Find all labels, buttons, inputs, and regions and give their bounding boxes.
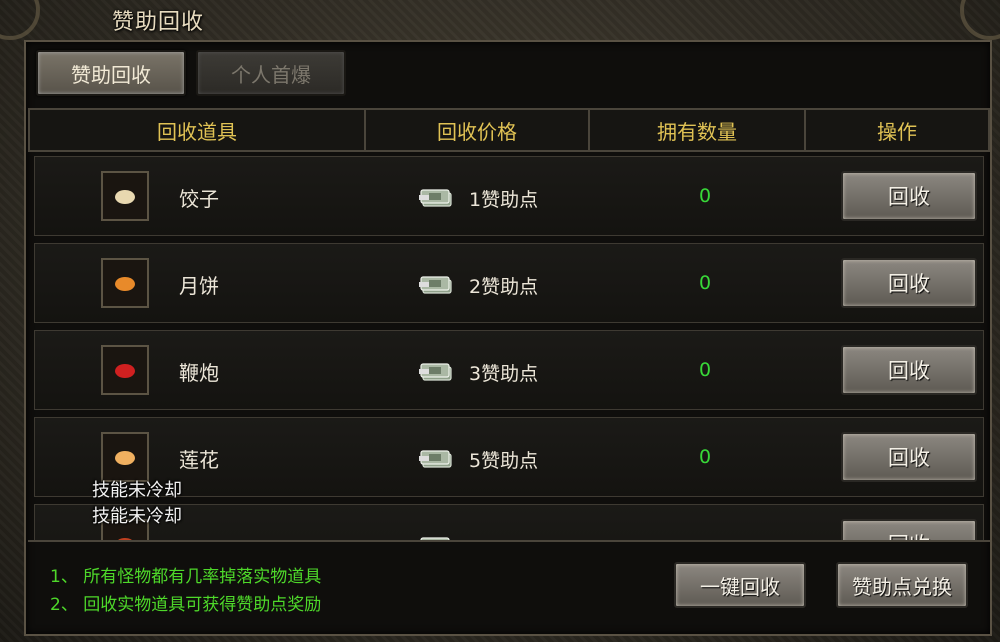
recycle-all-button[interactable]: 一键回收 bbox=[674, 562, 806, 608]
recycle-button[interactable]: 回收 bbox=[841, 432, 977, 482]
item-price: 2赞助点 bbox=[469, 276, 539, 298]
recycle-button[interactable]: 回收 bbox=[841, 171, 977, 221]
exchange-points-button[interactable]: 赞助点兑换 bbox=[836, 562, 968, 608]
column-header-price: 回收价格 bbox=[366, 110, 590, 150]
column-header-owned: 拥有数量 bbox=[590, 110, 806, 150]
corner-ornament bbox=[960, 0, 1000, 40]
column-header-item: 回收道具 bbox=[30, 110, 366, 150]
table-row: 鞭炮 3赞助点 0 回收 bbox=[34, 330, 984, 410]
cooldown-notice: 技能未冷却 bbox=[92, 480, 182, 501]
recycle-button[interactable]: 回收 bbox=[841, 258, 977, 308]
cash-icon bbox=[419, 446, 455, 470]
tab-first-drop[interactable]: 个人首爆 bbox=[196, 50, 346, 96]
cash-icon bbox=[419, 533, 455, 540]
mooncake-icon bbox=[115, 277, 135, 291]
owned-count: 0 bbox=[698, 446, 712, 468]
table-row: 月饼 2赞助点 0 回收 bbox=[34, 243, 984, 323]
item-slot[interactable] bbox=[101, 345, 149, 395]
cooldown-notice: 技能未冷却 bbox=[92, 506, 182, 527]
table-row: 饺子 1赞助点 0 回收 bbox=[34, 156, 984, 236]
corner-ornament bbox=[0, 0, 40, 40]
item-price: 3赞助点 bbox=[469, 363, 539, 385]
firecracker-icon bbox=[115, 364, 135, 378]
divider bbox=[28, 540, 990, 542]
tip-line-2: 2、 回收实物道具可获得赞助点奖励 bbox=[50, 595, 322, 615]
tip-line-1: 1、 所有怪物都有几率掉落实物道具 bbox=[50, 567, 322, 587]
item-slot[interactable] bbox=[101, 258, 149, 308]
recycle-button[interactable]: 回收 bbox=[841, 345, 977, 395]
dumpling-icon bbox=[115, 190, 135, 204]
cash-icon bbox=[419, 185, 455, 209]
item-slot[interactable] bbox=[101, 432, 149, 482]
table-header: 回收道具 回收价格 拥有数量 操作 bbox=[28, 108, 990, 152]
item-icon bbox=[118, 538, 132, 540]
item-slot[interactable] bbox=[101, 171, 149, 221]
window-title: 赞助回收 bbox=[112, 10, 205, 35]
item-name: 鞭炮 bbox=[179, 361, 219, 385]
lotus-icon bbox=[115, 451, 135, 465]
item-name: 饺子 bbox=[179, 187, 219, 211]
item-price: 5赞助点 bbox=[469, 450, 539, 472]
item-name: 莲花 bbox=[179, 448, 219, 472]
recycle-button[interactable]: 回收 bbox=[841, 519, 977, 540]
owned-count: 0 bbox=[698, 272, 712, 294]
column-header-action: 操作 bbox=[877, 119, 917, 144]
item-price: 1赞助点 bbox=[469, 189, 539, 211]
tab-sponsor-recycle[interactable]: 赞助回收 bbox=[36, 50, 186, 96]
cash-icon bbox=[419, 272, 455, 296]
owned-count: 0 bbox=[698, 359, 712, 381]
cash-icon bbox=[419, 359, 455, 383]
owned-count: 0 bbox=[698, 185, 712, 207]
item-name: 月饼 bbox=[179, 274, 219, 298]
